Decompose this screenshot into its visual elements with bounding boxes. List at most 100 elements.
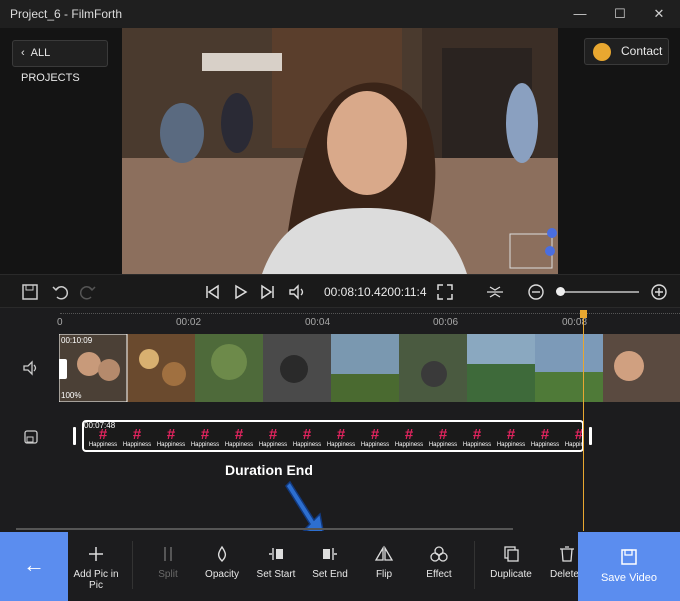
zoom-slider-handle[interactable] xyxy=(556,287,565,296)
set-end-button[interactable]: Set End xyxy=(300,545,360,580)
preview-frame-image xyxy=(122,28,558,274)
pip-item: #Happiness xyxy=(426,427,460,450)
save-video-button[interactable]: Save Video xyxy=(578,532,680,601)
pip-duration-label: 00:07:48 xyxy=(84,421,116,430)
pip-item-label: Happiness xyxy=(122,442,152,448)
contact-avatar-icon xyxy=(593,43,611,61)
video-thumbnails xyxy=(59,334,680,402)
pip-hash-icon: # xyxy=(506,426,516,443)
pip-item-label: Happiness xyxy=(326,442,356,448)
all-projects-label: ALL PROJECTS xyxy=(21,47,80,84)
flip-button[interactable]: Flip xyxy=(354,545,414,580)
pip-hash-icon: # xyxy=(132,426,142,443)
back-button[interactable]: ← xyxy=(0,532,68,601)
pip-hash-icon: # xyxy=(268,426,278,443)
effect-button[interactable]: Effect xyxy=(409,545,469,580)
pip-hash-icon: # xyxy=(302,426,312,443)
set-start-label: Set Start xyxy=(256,569,296,580)
minimize-button[interactable]: — xyxy=(570,4,590,24)
zoom-slider[interactable] xyxy=(559,291,639,293)
pip-item: #Happiness xyxy=(460,426,494,450)
toolbar-divider xyxy=(132,541,133,589)
pip-hash-icon: # xyxy=(200,426,210,443)
pip-item-label: Happiness xyxy=(190,442,220,448)
bottom-toolbar: ← Add Pic in Pic Split Opacity Set Start… xyxy=(0,531,680,601)
redo-icon[interactable] xyxy=(78,282,98,302)
pip-item: #Happiness xyxy=(562,426,584,450)
effect-icon xyxy=(430,546,448,562)
track-volume-icon[interactable] xyxy=(22,359,40,377)
contact-button[interactable]: Contact xyxy=(584,38,669,65)
duplicate-button[interactable]: Duplicate xyxy=(481,545,541,580)
all-projects-button[interactable]: ‹ ALL PROJECTS xyxy=(12,40,108,84)
player-controls: 00:08:10.4200:11:4 xyxy=(0,274,680,308)
pip-hash-icon: # xyxy=(166,426,176,443)
pip-item: #Happiness xyxy=(324,426,358,450)
contact-label: Contact xyxy=(621,44,663,58)
pip-item: #Happiness xyxy=(222,427,256,450)
pip-item-label: Happiness xyxy=(462,442,492,448)
pip-hash-icon: # xyxy=(404,426,414,443)
duplicate-label: Duplicate xyxy=(490,569,532,580)
title-bar: Project_6 - FilmForth — ☐ ✕ xyxy=(0,0,680,28)
pip-hash-icon: # xyxy=(336,426,346,443)
set-start-button[interactable]: Set Start xyxy=(246,545,306,580)
pip-item-label: Happiness xyxy=(258,442,288,448)
drop-icon xyxy=(217,545,227,562)
add-pip-button[interactable]: Add Pic in Pic xyxy=(66,545,126,591)
pip-item: #Happiness xyxy=(290,426,324,450)
zoom-in-icon[interactable] xyxy=(649,282,669,302)
pip-hash-icon: # xyxy=(540,426,550,443)
pip-item-label: Happiness xyxy=(496,442,526,448)
ruler-tick: 00:04 xyxy=(305,317,331,328)
close-button[interactable]: ✕ xyxy=(649,4,669,24)
pip-end-handle[interactable] xyxy=(589,427,592,445)
pip-hash-icon: # xyxy=(574,426,584,443)
pip-item-label: Happiness xyxy=(292,442,322,448)
clip-import-icon[interactable] xyxy=(59,359,67,379)
video-preview[interactable] xyxy=(122,28,558,274)
undo-icon[interactable] xyxy=(50,282,70,302)
pip-item: #Happiness xyxy=(528,426,562,450)
opacity-label: Opacity xyxy=(205,569,239,580)
flip-label: Flip xyxy=(375,569,393,580)
set-end-icon xyxy=(323,548,337,560)
pip-item-label: Happiness xyxy=(428,442,458,448)
pip-item: #Happiness xyxy=(154,426,188,450)
flip-icon xyxy=(374,545,394,561)
timeline[interactable]: 0 00:02 00:04 00:06 00:08 00:10:09 100% … xyxy=(0,308,680,538)
split-button[interactable]: Split xyxy=(138,545,198,580)
play-icon[interactable] xyxy=(230,282,250,302)
split-icon xyxy=(164,547,172,561)
add-pip-label: Add Pic in Pic xyxy=(73,569,119,591)
toolbar-divider xyxy=(474,541,475,589)
skip-back-icon[interactable] xyxy=(202,282,222,302)
ruler-tick: 00:06 xyxy=(433,317,459,328)
skip-forward-icon[interactable] xyxy=(258,282,278,302)
delete-button[interactable]: Delete xyxy=(536,545,578,580)
pip-item-label: Happiness xyxy=(394,442,424,448)
fullscreen-icon[interactable] xyxy=(435,282,455,302)
pip-start-handle[interactable] xyxy=(73,427,76,445)
playhead[interactable] xyxy=(583,312,584,538)
pip-item: #Happiness xyxy=(120,426,154,450)
volume-icon[interactable] xyxy=(287,282,307,302)
maximize-button[interactable]: ☐ xyxy=(610,4,630,24)
timeline-scrollbar[interactable] xyxy=(16,528,513,530)
timecode-display: 00:08:10.4200:11:4 xyxy=(324,285,427,299)
pip-item: #Happiness xyxy=(392,426,426,450)
fit-icon[interactable] xyxy=(485,282,505,302)
pip-hash-icon: # xyxy=(472,426,482,443)
zoom-out-icon[interactable] xyxy=(526,282,546,302)
time-ruler xyxy=(60,313,680,314)
opacity-button[interactable]: Opacity xyxy=(192,545,252,580)
chevron-left-icon: ‹ xyxy=(21,47,25,59)
clip-volume-label: 100% xyxy=(61,391,82,400)
pip-item: #Happiness xyxy=(256,426,290,450)
pip-item-label: Happiness xyxy=(88,442,118,448)
video-track[interactable]: 00:10:09 100% + xyxy=(59,334,680,402)
pip-track[interactable]: # Happiness # Happiness # Happiness # Happiness… xyxy=(82,420,584,452)
pip-hash-icon: # xyxy=(370,426,380,443)
save-icon[interactable] xyxy=(20,282,40,302)
delete-label: Delete xyxy=(550,569,578,580)
